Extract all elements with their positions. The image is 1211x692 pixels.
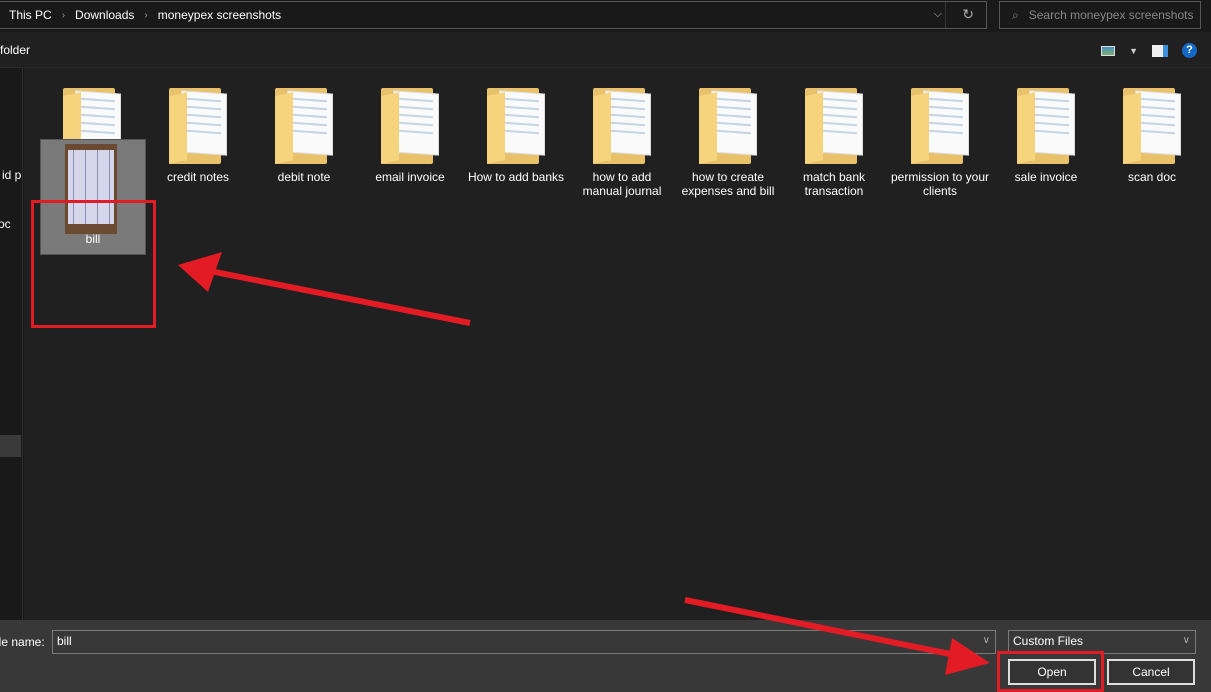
breadcrumb-this-pc[interactable]: This PC [9,8,52,22]
folder-item[interactable]: How to add banks [466,84,566,184]
folder-item[interactable]: how to add manual journal [572,84,672,198]
view-icon[interactable] [1101,45,1116,56]
folder-label: permission to your clients [890,170,990,198]
breadcrumb-downloads[interactable]: Downloads [75,8,134,22]
folder-icon [697,84,759,168]
search-placeholder: Search moneypex screenshots [1028,8,1194,22]
nav-item[interactable]: oc [0,217,11,231]
folder-icon [167,84,229,168]
chevron-down-icon: ∨ [1182,635,1190,646]
help-icon[interactable]: ? [1182,43,1197,58]
folder-label: how to add manual journal [582,170,662,198]
folder-item[interactable]: scan doc [1102,84,1202,184]
view-dropdown-icon[interactable]: ▼ [1129,46,1138,56]
search-input[interactable]: ⌕ Search moneypex screenshots [999,1,1201,29]
chevron-down-icon[interactable]: ∨ [983,635,990,646]
refresh-icon[interactable]: ↻ [962,6,974,23]
cancel-button[interactable]: Cancel [1107,659,1195,685]
search-icon: ⌕ [1012,7,1019,22]
folder-item[interactable]: email invoice [360,84,460,184]
folder-item[interactable]: credit notes [148,84,248,184]
folder-icon [803,84,865,168]
folder-label: scan doc [1127,170,1177,184]
new-folder-button[interactable]: folder [0,43,30,57]
divider [945,2,946,28]
address-bar[interactable]: This PC › Downloads › moneypex screenshots… [0,1,987,29]
toolbar: folder ▼ ? [0,32,1211,68]
folder-label: email invoice [375,170,445,184]
navigation-pane[interactable]: id p oc [0,68,23,620]
highlight-box [31,200,156,328]
chevron-right-icon: › [144,9,148,21]
breadcrumb-current[interactable]: moneypex screenshots [158,8,281,22]
folder-icon [909,84,971,168]
preview-pane-icon[interactable] [1152,44,1168,57]
folder-icon [591,84,653,168]
folder-label: how to create expenses and bill [681,170,775,198]
folder-label: match bank transaction [802,170,866,198]
chevron-down-icon[interactable]: ⌵ [934,8,942,21]
folder-item[interactable]: match bank transaction [784,84,884,198]
filename-input[interactable]: bill ∨ [52,630,996,654]
file-list: create recurring invoicescredit notesdeb… [24,68,1211,620]
folder-label: How to add banks [467,170,565,184]
folder-label: credit notes [166,170,230,184]
highlight-box [997,651,1104,692]
folder-item[interactable]: permission to your clients [890,84,990,198]
nav-item[interactable]: id p [2,168,21,182]
filetype-value: Custom Files [1013,634,1084,648]
folder-item[interactable]: how to create expenses and bill [678,84,778,198]
folder-icon [1015,84,1077,168]
folder-icon [379,84,441,168]
folder-item[interactable]: sale invoice [996,84,1096,184]
chevron-right-icon: › [61,9,66,21]
folder-icon [485,84,547,168]
folder-label: sale invoice [1014,170,1078,184]
nav-selected-item[interactable] [0,435,21,457]
folder-icon [273,84,335,168]
folder-label: debit note [277,170,331,184]
folder-item[interactable]: debit note [254,84,354,184]
folder-icon [1121,84,1183,168]
filename-value: bill [57,634,72,648]
filename-label: ile name: [0,635,45,649]
address-bar-area: This PC › Downloads › moneypex screenshots… [0,0,1211,32]
